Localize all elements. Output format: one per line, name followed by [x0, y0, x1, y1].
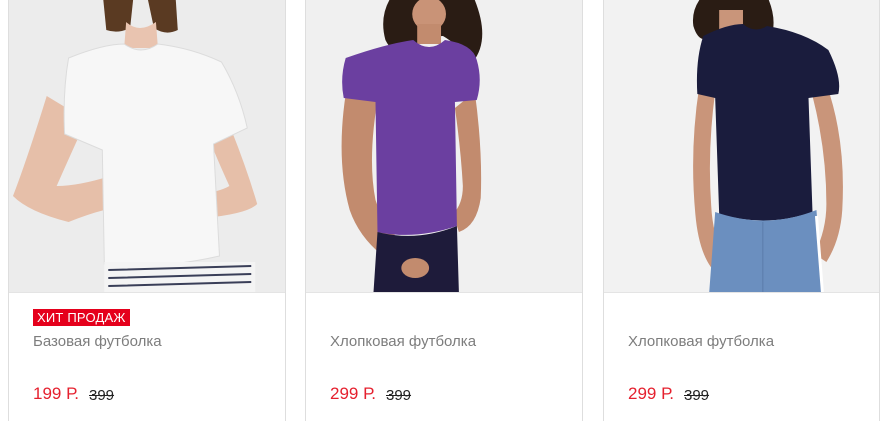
- product-old-price: 399: [684, 387, 710, 404]
- card-divider: [604, 292, 879, 293]
- product-photo[interactable]: [306, 0, 582, 292]
- striped-pants: [104, 262, 256, 292]
- product-card[interactable]: Хлопковая футболка 299 Р. 399: [305, 0, 583, 421]
- product-photo[interactable]: [604, 0, 879, 292]
- product-price: 299 Р.: [628, 384, 674, 403]
- product-card[interactable]: Хлопковая футболка 299 Р. 399: [603, 0, 880, 421]
- product-photo[interactable]: [9, 0, 285, 292]
- product-grid: ХИТ ПРОДАЖ Базовая футболка 199 Р. 399 Х…: [0, 0, 887, 421]
- product-name[interactable]: Хлопковая футболка: [628, 333, 774, 350]
- bestseller-badge: ХИТ ПРОДАЖ: [33, 309, 130, 326]
- card-divider: [306, 292, 582, 293]
- product-price: 299 Р.: [330, 384, 376, 403]
- product-name[interactable]: Хлопковая футболка: [330, 333, 476, 350]
- product-card[interactable]: ХИТ ПРОДАЖ Базовая футболка 199 Р. 399: [8, 0, 286, 421]
- product-old-price: 399: [89, 387, 115, 404]
- product-name[interactable]: Базовая футболка: [33, 333, 162, 350]
- product-old-price: 399: [386, 387, 412, 404]
- card-divider: [9, 292, 285, 293]
- product-price: 199 Р.: [33, 384, 79, 403]
